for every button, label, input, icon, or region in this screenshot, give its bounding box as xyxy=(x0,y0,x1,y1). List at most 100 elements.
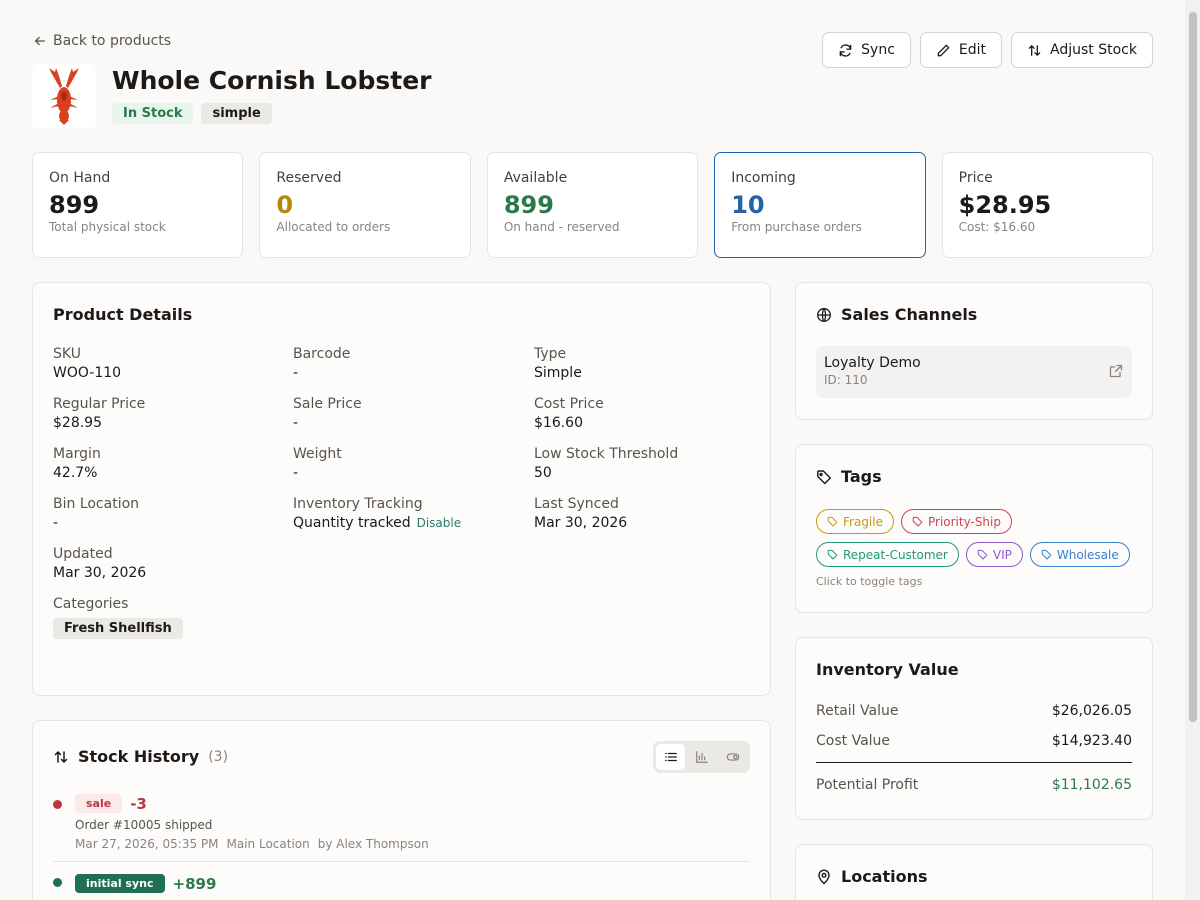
field-regular-price: Regular Price $28.95 xyxy=(53,396,293,431)
arrows-up-down-icon xyxy=(54,750,68,763)
stat-label: Reserved xyxy=(276,170,342,186)
stat-sub: Cost: $16.60 xyxy=(958,220,1036,234)
entry-top: sale -3 xyxy=(75,794,750,813)
entry-user: by Alex Thompson xyxy=(317,837,429,851)
field-label: Last Synced xyxy=(534,496,619,512)
entry-location: Main Location xyxy=(226,837,310,851)
tag-label: VIP xyxy=(992,547,1012,562)
toggle-icon xyxy=(726,753,739,761)
product-type-badge: simple xyxy=(201,103,272,124)
locations-card: Locations xyxy=(795,844,1153,900)
field-value: 50 xyxy=(534,465,552,481)
adjust-stock-label: Adjust Stock xyxy=(1050,42,1137,58)
field-value: - xyxy=(293,365,299,381)
entry-delta: +899 xyxy=(172,874,217,893)
stock-history-count: (3) xyxy=(208,748,229,765)
entry-dot xyxy=(53,800,62,809)
chart-view-button[interactable] xyxy=(687,744,716,770)
history-view-toggle xyxy=(653,741,750,773)
stat-sub: From purchase orders xyxy=(731,220,862,234)
stat-label: Available xyxy=(503,170,568,186)
page-scrollbar[interactable] xyxy=(1185,0,1200,900)
stock-history-title: Stock History xyxy=(78,747,200,766)
arrow-left-icon xyxy=(34,36,46,46)
field-value: 42.7% xyxy=(53,465,98,481)
field-label: Margin xyxy=(53,446,101,462)
stat-sub: Total physical stock xyxy=(49,220,166,234)
tag-label: Wholesale xyxy=(1056,547,1119,562)
row-value: $26,026.05 xyxy=(1051,703,1132,719)
potential-profit-row: Potential Profit $11,102.65 xyxy=(816,777,1132,793)
history-entry: sale -3 Order #10005 shipped Mar 27, 202… xyxy=(53,794,750,851)
adjust-stock-button[interactable]: Adjust Stock xyxy=(1011,32,1153,68)
tag-chip-wholesale[interactable]: Wholesale xyxy=(1029,542,1130,567)
lobster-image xyxy=(49,68,79,125)
arrows-up-down-icon xyxy=(1028,44,1041,56)
entry-type-badge: initial sync xyxy=(75,874,165,893)
tag-chip-priority-ship[interactable]: Priority-Ship xyxy=(900,509,1012,534)
tag-label: Repeat-Customer xyxy=(843,547,948,562)
field-categories: Categories Fresh Shellfish xyxy=(53,596,293,639)
field-type: Type Simple xyxy=(534,346,754,381)
entry-meta: Mar 27, 2026, 05:35 PM Main Location by … xyxy=(75,837,750,851)
tag-icon xyxy=(827,549,838,560)
field-label: Low Stock Threshold xyxy=(534,446,679,462)
row-value: $11,102.65 xyxy=(1051,777,1132,793)
product-title: Whole Cornish Lobster xyxy=(112,66,432,95)
entry-delta: -3 xyxy=(130,794,147,813)
list-view-button[interactable] xyxy=(656,744,685,770)
entry-divider xyxy=(53,861,750,862)
locations-title: Locations xyxy=(841,867,928,886)
field-margin: Margin 42.7% xyxy=(53,446,293,481)
field-value: Mar 30, 2026 xyxy=(53,565,147,581)
back-link-label: Back to products xyxy=(53,33,172,49)
field-value: WOO-110 xyxy=(53,365,122,381)
stat-label: On Hand xyxy=(49,170,111,186)
disable-tracking-link[interactable]: Disable xyxy=(417,516,462,530)
list-icon xyxy=(664,752,677,762)
sync-button[interactable]: Sync xyxy=(822,32,911,68)
back-to-products-link[interactable]: Back to products xyxy=(33,33,171,49)
refresh-icon xyxy=(839,43,852,57)
field-value: - xyxy=(293,465,299,481)
map-pin-icon xyxy=(818,869,830,884)
toggle-view-button[interactable] xyxy=(718,744,747,770)
field-value: - xyxy=(53,515,59,531)
scrollbar-thumb[interactable] xyxy=(1189,12,1197,722)
edit-button[interactable]: Edit xyxy=(919,32,1003,68)
tag-chip-repeat-customer[interactable]: Repeat-Customer xyxy=(816,542,959,567)
field-value-wrap: Quantity tracked Disable xyxy=(293,515,534,531)
field-label: Weight xyxy=(293,446,342,462)
stat-card-incoming[interactable]: Incoming 10 From purchase orders xyxy=(714,152,926,258)
entry-dot xyxy=(53,878,62,887)
tag-icon xyxy=(977,549,988,560)
stat-sub: Allocated to orders xyxy=(276,220,391,234)
stat-value: 0 xyxy=(276,191,294,219)
tag-chip-fragile[interactable]: Fragile xyxy=(816,509,894,534)
row-value: $14,923.40 xyxy=(1051,733,1132,749)
tag-chip-vip[interactable]: VIP xyxy=(965,542,1023,567)
tags-hint: Click to toggle tags xyxy=(816,575,923,588)
stat-card-price: Price $28.95 Cost: $16.60 xyxy=(941,152,1154,258)
tag-icon xyxy=(1041,549,1052,560)
field-last-synced: Last Synced Mar 30, 2026 xyxy=(534,496,754,531)
details-grid: SKU WOO-110 Barcode - Type Simple Regular P… xyxy=(53,346,750,639)
tags-card: Tags Fragile Priority-Ship Repeat-Custom… xyxy=(795,444,1153,613)
tag-icon xyxy=(817,469,831,484)
stat-value: 899 xyxy=(503,191,554,219)
field-value: $28.95 xyxy=(53,415,102,431)
stat-card-on-hand: On Hand 899 Total physical stock xyxy=(32,152,244,258)
external-link-icon[interactable] xyxy=(1108,363,1124,379)
cost-value-row: Cost Value $14,923.40 xyxy=(816,733,1132,749)
field-value: Simple xyxy=(534,365,582,381)
tag-list: Fragile Priority-Ship Repeat-Customer VI… xyxy=(816,509,1136,567)
channel-item[interactable]: Loyalty Demo ID: 110 xyxy=(816,346,1132,398)
stat-label: Price xyxy=(958,170,993,186)
stat-label: Incoming xyxy=(731,170,796,186)
channel-id: ID: 110 xyxy=(824,373,868,387)
edit-label: Edit xyxy=(958,42,987,58)
stat-value: 10 xyxy=(731,191,765,219)
sync-label: Sync xyxy=(861,42,895,58)
tag-label: Fragile xyxy=(843,514,883,529)
entry-date: Mar 27, 2026, 05:35 PM xyxy=(75,837,219,851)
